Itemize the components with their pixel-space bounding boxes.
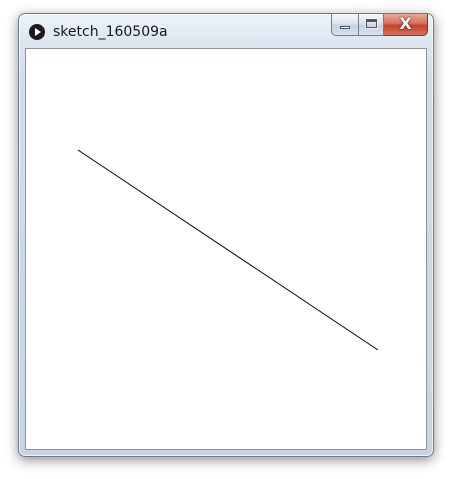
processing-play-icon [29, 24, 45, 40]
maximize-button[interactable] [358, 14, 384, 36]
window-controls: X [331, 14, 428, 38]
sketch-canvas-area[interactable] [25, 48, 427, 450]
title-bar[interactable]: sketch_160509a X [19, 14, 433, 48]
sketch-canvas [77, 149, 379, 351]
maximize-icon [366, 19, 377, 28]
close-button[interactable]: X [384, 14, 428, 36]
sketch-window: sketch_160509a X [18, 13, 434, 457]
window-title: sketch_160509a [53, 24, 168, 40]
minimize-button[interactable] [331, 14, 358, 36]
close-icon: X [399, 14, 412, 33]
minimize-icon [340, 26, 350, 29]
drawn-line [77, 149, 379, 351]
